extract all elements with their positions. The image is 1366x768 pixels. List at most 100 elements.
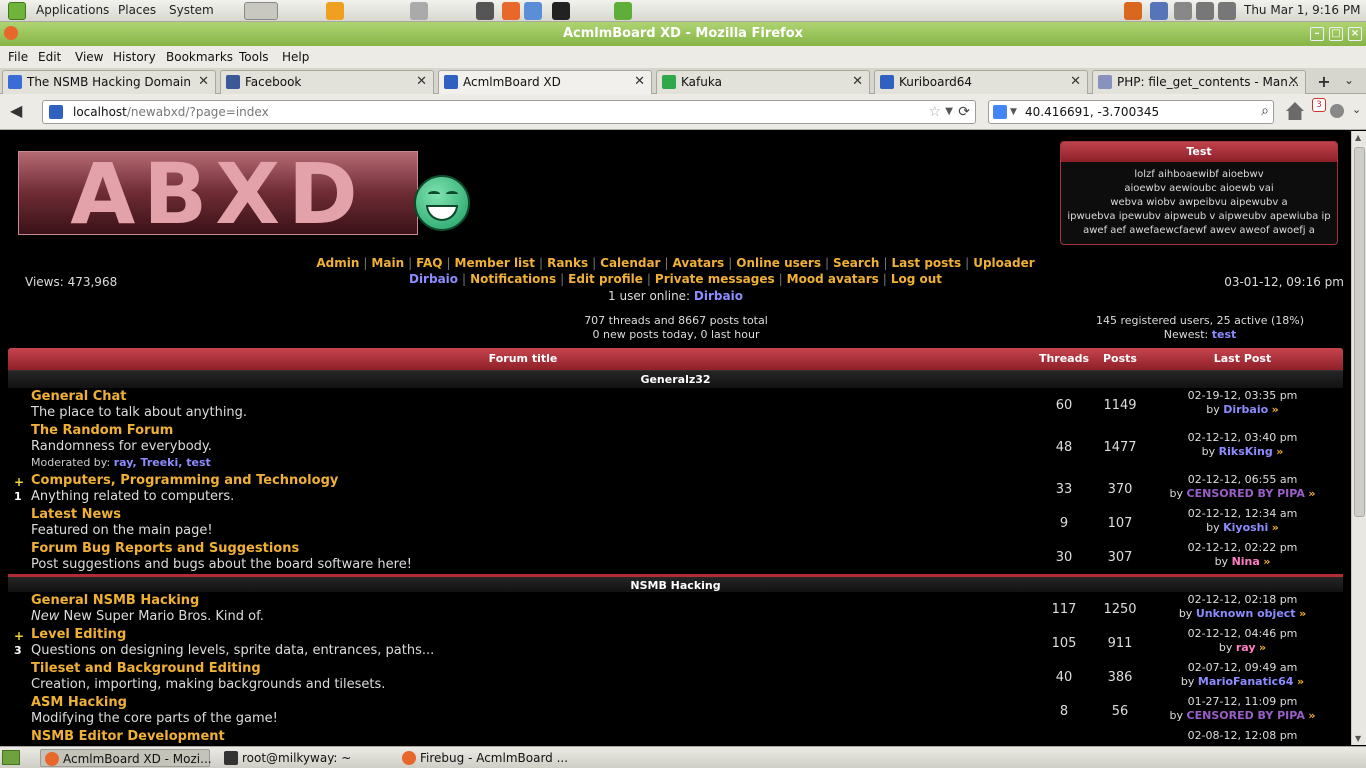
network-icon[interactable] xyxy=(1218,2,1236,20)
system-menu[interactable]: System xyxy=(169,3,214,17)
maximize-icon[interactable]: □ xyxy=(1329,27,1343,41)
tab-php-file-get-contents[interactable]: PHP: file_get_contents - Man... ✕ xyxy=(1092,70,1306,94)
page-scrollbar[interactable]: ▲ ▼ xyxy=(1351,131,1366,745)
link-calendar[interactable]: Calendar xyxy=(600,256,660,270)
last-post-author[interactable]: MarioFanatic64 xyxy=(1198,675,1294,688)
tab-kafuka[interactable]: Kafuka ✕ xyxy=(656,70,870,94)
forum-title-link[interactable]: Tileset and Background Editing xyxy=(31,661,261,676)
last-post-author[interactable]: ray xyxy=(1236,641,1256,654)
link-notifications[interactable]: Notifications xyxy=(470,272,556,286)
link-profile-dirbaio[interactable]: Dirbaio xyxy=(409,272,458,286)
link-private-messages[interactable]: Private messages xyxy=(655,272,775,286)
link-main[interactable]: Main xyxy=(371,256,404,270)
mint-menu-icon[interactable] xyxy=(8,2,26,20)
go-to-last-post-icon[interactable]: » xyxy=(1259,641,1266,654)
newest-user-link[interactable]: test xyxy=(1212,328,1237,341)
link-ranks[interactable]: Ranks xyxy=(547,256,588,270)
link-edit-profile[interactable]: Edit profile xyxy=(568,272,643,286)
go-to-last-post-icon[interactable]: » xyxy=(1308,487,1315,500)
volume-icon[interactable] xyxy=(1196,2,1214,20)
forum-title-link[interactable]: NSMB Editor Development xyxy=(31,729,225,744)
close-tab-icon[interactable]: ✕ xyxy=(198,71,209,93)
link-admin[interactable]: Admin xyxy=(316,256,359,270)
list-tabs-icon[interactable]: ⌄ xyxy=(1344,73,1354,87)
places-menu[interactable]: Places xyxy=(118,3,156,17)
tab-kuriboard64[interactable]: Kuriboard64 ✕ xyxy=(874,70,1088,94)
tab-facebook[interactable]: Facebook ✕ xyxy=(220,70,434,94)
launcher-b-icon[interactable] xyxy=(326,2,344,20)
forum-title-link[interactable]: Forum Bug Reports and Suggestions xyxy=(31,541,299,556)
close-tab-icon[interactable]: ✕ xyxy=(1288,71,1299,93)
scroll-up-icon[interactable]: ▲ xyxy=(1355,133,1361,142)
forum-title-link[interactable]: Computers, Programming and Technology xyxy=(31,473,338,488)
close-tab-icon[interactable]: ✕ xyxy=(1070,71,1081,93)
go-to-last-post-icon[interactable]: » xyxy=(1276,445,1283,458)
link-log-out[interactable]: Log out xyxy=(891,272,942,286)
search-input[interactable]: ▼ 40.416691, -3.700345 ⌕ xyxy=(988,100,1274,124)
last-post-author[interactable]: Unknown object xyxy=(1196,607,1296,620)
clock[interactable]: Thu Mar 1, 9:16 PM xyxy=(1244,3,1360,17)
moderators-links[interactable]: ray, Treeki, test xyxy=(114,456,211,469)
search-engine-dropdown-icon[interactable]: ▼ xyxy=(1010,101,1017,123)
tools-tray-icon[interactable] xyxy=(1124,2,1142,20)
show-desktop-icon[interactable] xyxy=(2,750,20,765)
link-search[interactable]: Search xyxy=(833,256,879,270)
launcher-terminal-icon[interactable] xyxy=(552,2,570,20)
menu-bookmarks[interactable]: Bookmarks xyxy=(166,50,233,64)
go-to-last-post-icon[interactable]: » xyxy=(1297,675,1304,688)
taskbar-terminal-window[interactable]: root@milkyway: ~ xyxy=(220,749,390,767)
go-to-last-post-icon[interactable]: » xyxy=(1263,555,1270,568)
go-to-last-post-icon[interactable]: » xyxy=(1308,709,1315,722)
tab-acmlmboard-xd[interactable]: AcmlmBoard XD ✕ xyxy=(438,70,652,95)
new-tab-icon[interactable]: + xyxy=(1312,72,1336,92)
workspace-switcher-icon[interactable] xyxy=(244,2,278,20)
tab-nsmb-hacking-domain[interactable]: The NSMB Hacking Domain ✕ xyxy=(2,70,216,94)
launcher-tool-icon[interactable] xyxy=(410,2,428,20)
link-avatars[interactable]: Avatars xyxy=(673,256,725,270)
launcher-virtualbox-icon[interactable] xyxy=(524,2,542,20)
link-online-users[interactable]: Online users xyxy=(736,256,821,270)
forum-title-link[interactable]: The Random Forum xyxy=(31,423,173,438)
link-member-list[interactable]: Member list xyxy=(455,256,536,270)
go-to-last-post-icon[interactable]: » xyxy=(1272,403,1279,416)
update-tray-icon[interactable] xyxy=(1174,2,1192,20)
go-to-last-post-icon[interactable]: » xyxy=(1299,607,1306,620)
minimize-icon[interactable]: – xyxy=(1310,27,1324,41)
reload-icon[interactable]: ⟳ xyxy=(958,101,970,123)
go-to-last-post-icon[interactable]: » xyxy=(1272,521,1279,534)
close-tab-icon[interactable]: ✕ xyxy=(852,71,863,93)
site-logo[interactable]: ABXD xyxy=(18,151,418,235)
scrollbar-thumb[interactable] xyxy=(1354,147,1365,517)
forum-title-link[interactable]: Level Editing xyxy=(31,627,126,642)
shield-tray-icon[interactable] xyxy=(1150,2,1168,20)
taskbar-firefox-window[interactable]: AcmlmBoard XD - Mozi... xyxy=(40,749,212,767)
launcher-firefox-icon[interactable] xyxy=(502,2,520,20)
last-post-author[interactable]: CENSORED BY PIPA xyxy=(1187,487,1305,500)
search-engine-icon[interactable] xyxy=(993,105,1007,119)
link-uploader[interactable]: Uploader xyxy=(973,256,1034,270)
menu-tools[interactable]: Tools xyxy=(239,50,269,64)
forum-title-link[interactable]: General NSMB Hacking xyxy=(31,593,199,608)
last-post-author[interactable]: RiksKing xyxy=(1219,445,1273,458)
taskbar-firebug-window[interactable]: Firebug - AcmlmBoard ... xyxy=(398,749,578,767)
addon-icon[interactable] xyxy=(1330,104,1344,118)
last-post-author[interactable]: Kiyoshi xyxy=(1223,521,1268,534)
home-icon[interactable] xyxy=(1286,102,1304,120)
menu-view[interactable]: View xyxy=(75,50,103,64)
forum-title-link[interactable]: Latest News xyxy=(31,507,121,522)
url-history-dropdown-icon[interactable]: ▼ xyxy=(945,101,953,123)
menu-history[interactable]: History xyxy=(113,50,156,64)
launcher-hashtag-icon[interactable] xyxy=(614,2,632,20)
site-identity-icon[interactable] xyxy=(49,105,63,119)
link-mood-avatars[interactable]: Mood avatars xyxy=(787,272,879,286)
last-post-author[interactable]: CENSORED BY PIPA xyxy=(1187,709,1305,722)
forum-title-link[interactable]: ASM Hacking xyxy=(31,695,127,710)
applications-menu[interactable]: Applications xyxy=(36,3,109,17)
close-tab-icon[interactable]: ✕ xyxy=(634,71,645,93)
forum-title-link[interactable]: General Chat xyxy=(31,389,127,404)
last-post-author[interactable]: Dirbaio xyxy=(1223,403,1268,416)
addon-dropdown-icon[interactable]: ⌄ xyxy=(1352,103,1361,116)
link-faq[interactable]: FAQ xyxy=(416,256,442,270)
menu-help[interactable]: Help xyxy=(282,50,309,64)
last-post-author[interactable]: Nina xyxy=(1232,555,1260,568)
